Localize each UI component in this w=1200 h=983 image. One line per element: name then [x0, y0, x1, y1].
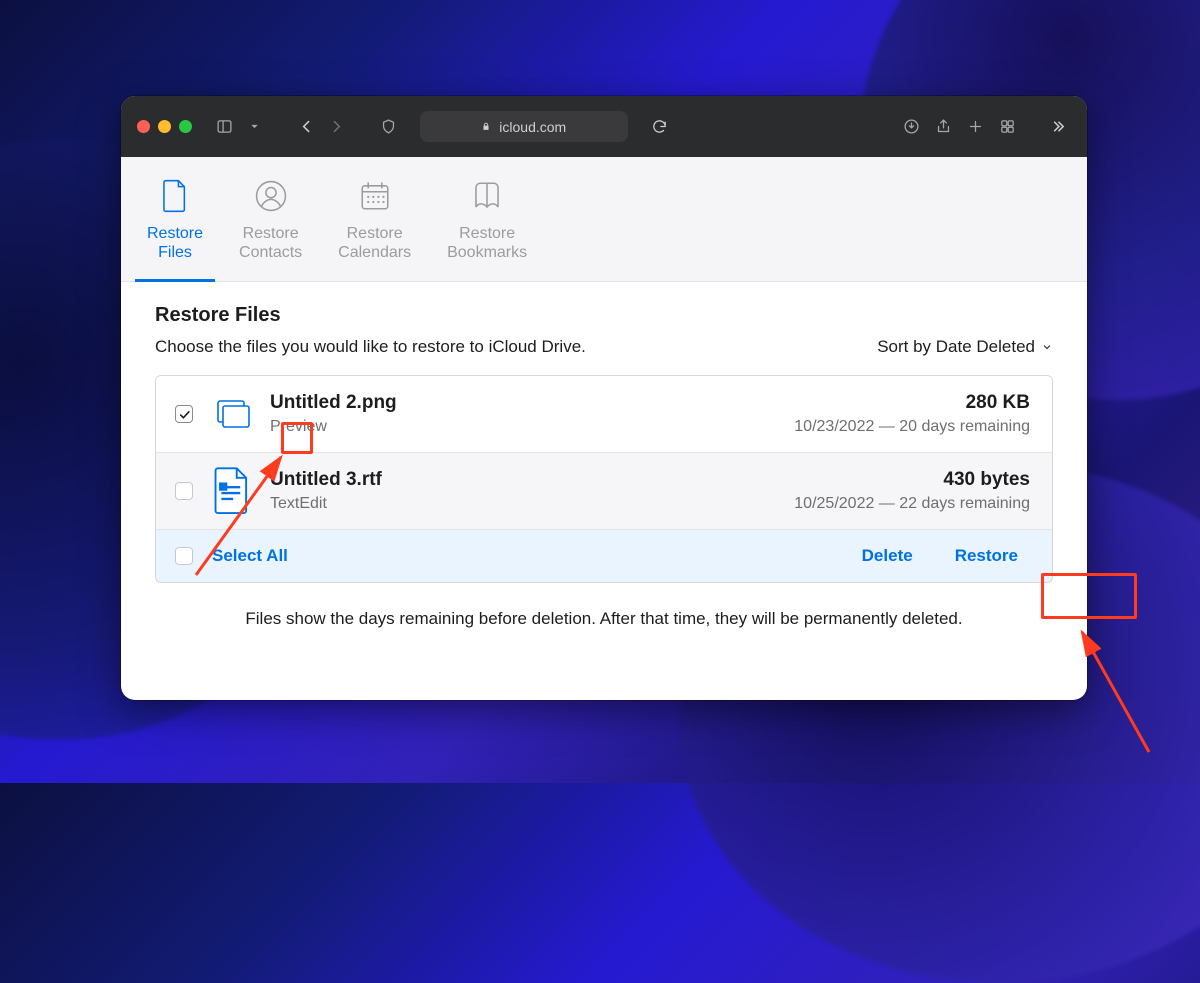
- sort-dropdown[interactable]: Sort by Date Deleted: [877, 337, 1053, 357]
- back-button[interactable]: [292, 113, 320, 141]
- page-subtitle: Choose the files you would like to resto…: [155, 337, 586, 357]
- file-size: 430 bytes: [794, 469, 1030, 491]
- privacy-report-icon[interactable]: [374, 113, 402, 141]
- sort-label: Sort by Date Deleted: [877, 337, 1035, 357]
- browser-window: icloud.com: [121, 96, 1087, 700]
- overflow-icon[interactable]: [1043, 113, 1071, 141]
- titlebar: icloud.com: [121, 96, 1087, 157]
- file-date: 10/23/2022 — 20 days remaining: [794, 418, 1030, 436]
- share-icon[interactable]: [929, 113, 957, 141]
- file-checkbox[interactable]: [175, 405, 193, 423]
- window-controls: [137, 120, 192, 133]
- file-app: Preview: [270, 418, 776, 436]
- tab-label: Restore Files: [147, 224, 203, 262]
- restore-button[interactable]: Restore: [943, 540, 1030, 572]
- file-name: Untitled 2.png: [270, 392, 776, 414]
- address-bar[interactable]: icloud.com: [420, 111, 628, 142]
- new-tab-icon[interactable]: [961, 113, 989, 141]
- restore-category-tabs: Restore Files Restore Contacts Restore C…: [121, 157, 1087, 282]
- bookmarks-icon: [467, 176, 507, 216]
- tab-restore-bookmarks[interactable]: Restore Bookmarks: [447, 157, 527, 281]
- lock-icon: [481, 120, 491, 133]
- file-name: Untitled 3.rtf: [270, 469, 776, 491]
- annotation-arrow: [186, 445, 306, 585]
- downloads-icon[interactable]: [897, 113, 925, 141]
- delete-button[interactable]: Delete: [850, 540, 925, 572]
- tab-label: Restore Bookmarks: [447, 224, 527, 262]
- forward-button[interactable]: [322, 113, 350, 141]
- chevron-down-icon: [1041, 341, 1053, 353]
- calendar-icon: [355, 176, 395, 216]
- minimize-window-button[interactable]: [158, 120, 171, 133]
- tab-overview-icon[interactable]: [993, 113, 1021, 141]
- reload-button[interactable]: [646, 113, 674, 141]
- footer-note: Files show the days remaining before del…: [155, 583, 1053, 655]
- sidebar-toggle-icon[interactable]: [210, 113, 238, 141]
- file-row[interactable]: Untitled 2.png Preview 280 KB 10/23/2022…: [156, 376, 1052, 453]
- zoom-window-button[interactable]: [179, 120, 192, 133]
- check-icon: [178, 408, 191, 421]
- tab-restore-files[interactable]: Restore Files: [147, 157, 203, 281]
- annotation-arrow: [1064, 622, 1164, 762]
- file-icon: [155, 176, 195, 216]
- file-date: 10/25/2022 — 22 days remaining: [794, 495, 1030, 513]
- url-host: icloud.com: [499, 119, 566, 135]
- tab-label: Restore Calendars: [338, 224, 411, 262]
- close-window-button[interactable]: [137, 120, 150, 133]
- page-title: Restore Files: [155, 304, 1053, 327]
- tab-dropdown-icon[interactable]: [240, 113, 268, 141]
- image-file-icon: [212, 394, 252, 434]
- tab-restore-contacts[interactable]: Restore Contacts: [239, 157, 302, 281]
- file-app: TextEdit: [270, 495, 776, 513]
- file-size: 280 KB: [794, 392, 1030, 414]
- tab-label: Restore Contacts: [239, 224, 302, 262]
- contacts-icon: [251, 176, 291, 216]
- tab-restore-calendars[interactable]: Restore Calendars: [338, 157, 411, 281]
